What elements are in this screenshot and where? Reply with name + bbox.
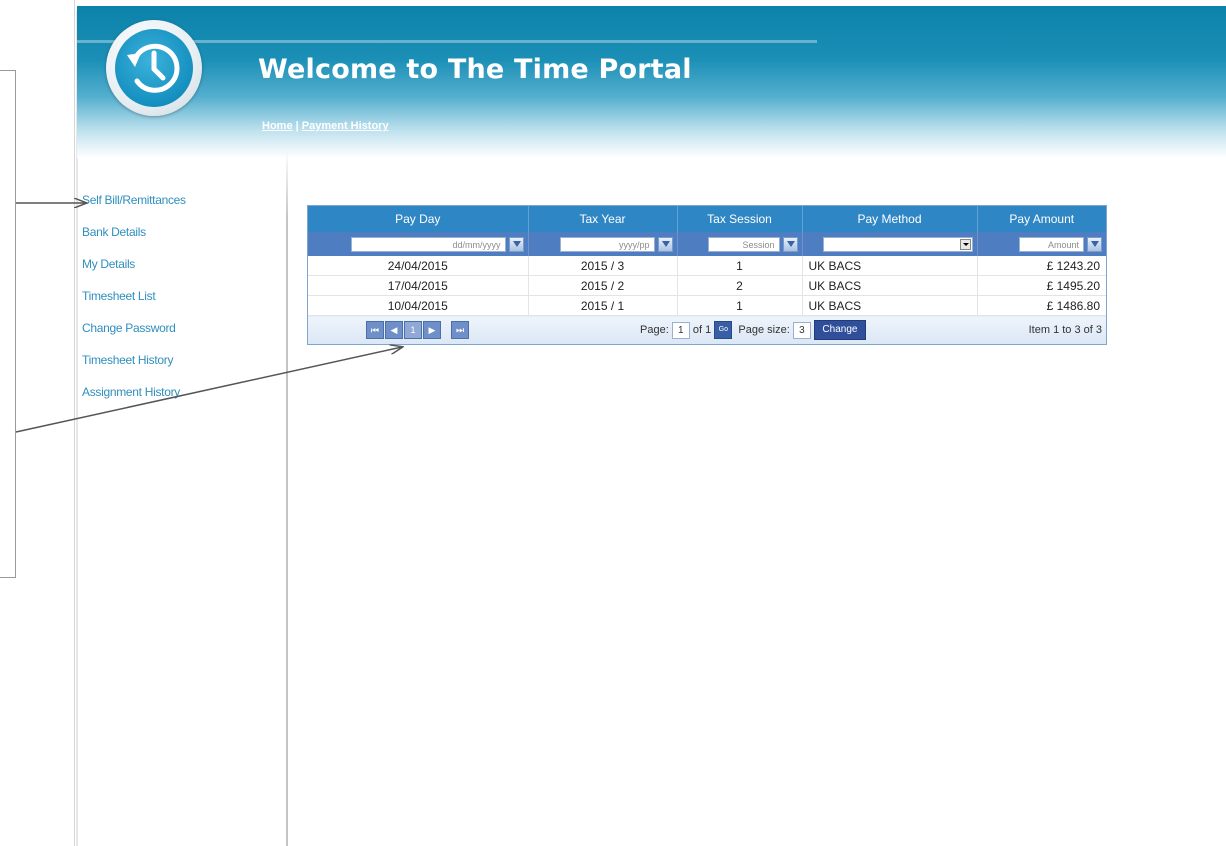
breadcrumb: Home | Payment History: [262, 120, 389, 132]
pay-day-filter-input[interactable]: dd/mm/yyyy: [350, 236, 506, 252]
first-page-icon[interactable]: ⏮: [365, 321, 384, 339]
pay-method-cell: UK BACS: [802, 275, 978, 296]
pay-amount-filter-input[interactable]: Amount: [1019, 236, 1084, 252]
table-row[interactable]: 24/04/2015 2015 / 3 1 UK BACS £ 1243.20: [308, 256, 1106, 276]
page-of-label: of 1: [692, 323, 712, 336]
prev-page-icon[interactable]: ◀: [384, 321, 403, 339]
page-size-input[interactable]: 3: [792, 321, 811, 339]
filter-icon[interactable]: [657, 236, 673, 252]
pager-row: ⏮ ◀ 1 ▶ ⏭ Page: 1 of 1 Go Page size: 3 Chan…: [308, 315, 1106, 344]
column-header-tax-year[interactable]: Tax Year: [528, 206, 678, 232]
tax-year-filter-input[interactable]: yyyy/pp: [559, 236, 655, 252]
last-page-icon[interactable]: ⏭: [451, 321, 470, 339]
go-button[interactable]: Go: [714, 321, 733, 339]
column-header-pay-day[interactable]: Pay Day: [308, 206, 529, 232]
column-header-tax-session[interactable]: Tax Session: [677, 206, 803, 232]
pay-amount-cell: £ 1486.80: [977, 295, 1106, 316]
pay-day-cell[interactable]: 10/04/2015: [308, 295, 529, 316]
history-clock-icon: [115, 29, 193, 107]
tax-session-filter-input[interactable]: Session: [707, 236, 780, 252]
page-title: Welcome to The Time Portal: [258, 54, 692, 85]
chevron-down-icon[interactable]: [959, 238, 971, 250]
sidebar-item-self-bill[interactable]: Self Bill/Remittances: [82, 192, 282, 224]
change-button[interactable]: Change: [813, 320, 866, 340]
sidebar-item-timesheet-history[interactable]: Timesheet History: [82, 352, 282, 384]
pay-method-filter-select[interactable]: [822, 236, 973, 252]
next-page-icon[interactable]: ▶: [422, 321, 441, 339]
sidebar: Self Bill/Remittances Bank Details My De…: [82, 192, 282, 416]
tax-year-cell: 2015 / 1: [528, 295, 678, 316]
page-label: Page:: [640, 323, 669, 336]
column-header-pay-amount[interactable]: Pay Amount: [977, 206, 1106, 232]
page-edge: [74, 0, 75, 846]
sidebar-item-change-password[interactable]: Change Password: [82, 320, 282, 352]
tax-session-cell: 1: [677, 295, 803, 316]
filter-icon[interactable]: [1087, 236, 1102, 252]
page-size-label: Page size:: [738, 323, 790, 336]
table-row[interactable]: 17/04/2015 2015 / 2 2 UK BACS £ 1495.20: [308, 275, 1106, 296]
pay-method-cell: UK BACS: [802, 256, 978, 276]
filter-row: dd/mm/yyyy yyyy/pp Session Amount: [308, 232, 1106, 256]
sidebar-item-bank-details[interactable]: Bank Details: [82, 224, 282, 256]
tax-session-cell: 1: [677, 256, 803, 276]
column-header-pay-method[interactable]: Pay Method: [802, 206, 978, 232]
pay-amount-cell: £ 1495.20: [977, 275, 1106, 296]
grid-header-row: Pay Day Tax Year Tax Session Pay Method …: [308, 206, 1106, 232]
table-row[interactable]: 10/04/2015 2015 / 1 1 UK BACS £ 1486.80: [308, 295, 1106, 316]
sidebar-item-timesheet-list[interactable]: Timesheet List: [82, 288, 282, 320]
breadcrumb-home-link[interactable]: Home: [262, 120, 293, 132]
item-summary: Item 1 to 3 of 3: [977, 315, 1106, 344]
page-1-button[interactable]: 1: [403, 321, 422, 339]
tax-year-cell: 2015 / 2: [528, 275, 678, 296]
pay-method-cell: UK BACS: [802, 295, 978, 316]
filter-icon[interactable]: [782, 236, 798, 252]
tax-year-cell: 2015 / 3: [528, 256, 678, 276]
pay-day-cell[interactable]: 17/04/2015: [308, 275, 529, 296]
pay-amount-cell: £ 1243.20: [977, 256, 1106, 276]
payment-history-grid: Pay Day Tax Year Tax Session Pay Method …: [307, 205, 1107, 345]
annotation-panel: [0, 70, 16, 578]
sidebar-item-assignment-history[interactable]: Assignment History: [82, 384, 282, 416]
breadcrumb-separator: |: [292, 120, 302, 132]
breadcrumb-current[interactable]: Payment History: [302, 120, 389, 132]
filter-icon[interactable]: [508, 236, 524, 252]
pay-day-cell[interactable]: 24/04/2015: [308, 256, 529, 276]
page-number-input[interactable]: 1: [671, 321, 690, 339]
sidebar-item-my-details[interactable]: My Details: [82, 256, 282, 288]
tax-session-cell: 2: [677, 275, 803, 296]
sidebar-divider: [286, 150, 288, 846]
